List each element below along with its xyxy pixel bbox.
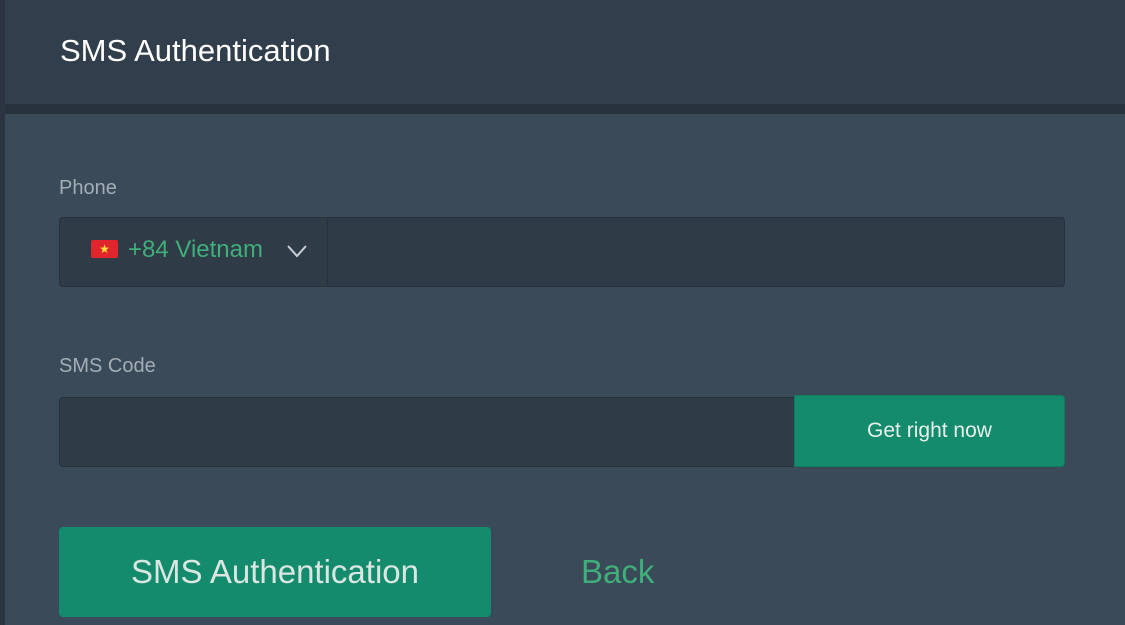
page-title: SMS Authentication <box>60 33 331 68</box>
sms-auth-page: SMS Authentication Phone ★ +84 Vietnam S… <box>0 0 1125 625</box>
chevron-down-icon <box>287 245 307 258</box>
sms-code-field-group: Get right now <box>59 395 1065 467</box>
header-divider <box>5 104 1125 114</box>
vietnam-flag-icon: ★ <box>91 240 118 258</box>
sms-code-label: SMS Code <box>59 355 156 377</box>
sms-code-input[interactable] <box>59 397 796 467</box>
phone-label: Phone <box>59 177 117 199</box>
phone-input[interactable] <box>329 218 1064 286</box>
country-code-value: +84 Vietnam <box>128 236 263 263</box>
country-code-select[interactable]: ★ +84 Vietnam <box>60 218 328 286</box>
back-link[interactable]: Back <box>581 550 654 594</box>
sms-authentication-button[interactable]: SMS Authentication <box>59 527 491 617</box>
header-bar: SMS Authentication <box>5 0 1125 104</box>
phone-field-group: ★ +84 Vietnam <box>59 217 1065 287</box>
get-code-button[interactable]: Get right now <box>794 395 1065 467</box>
